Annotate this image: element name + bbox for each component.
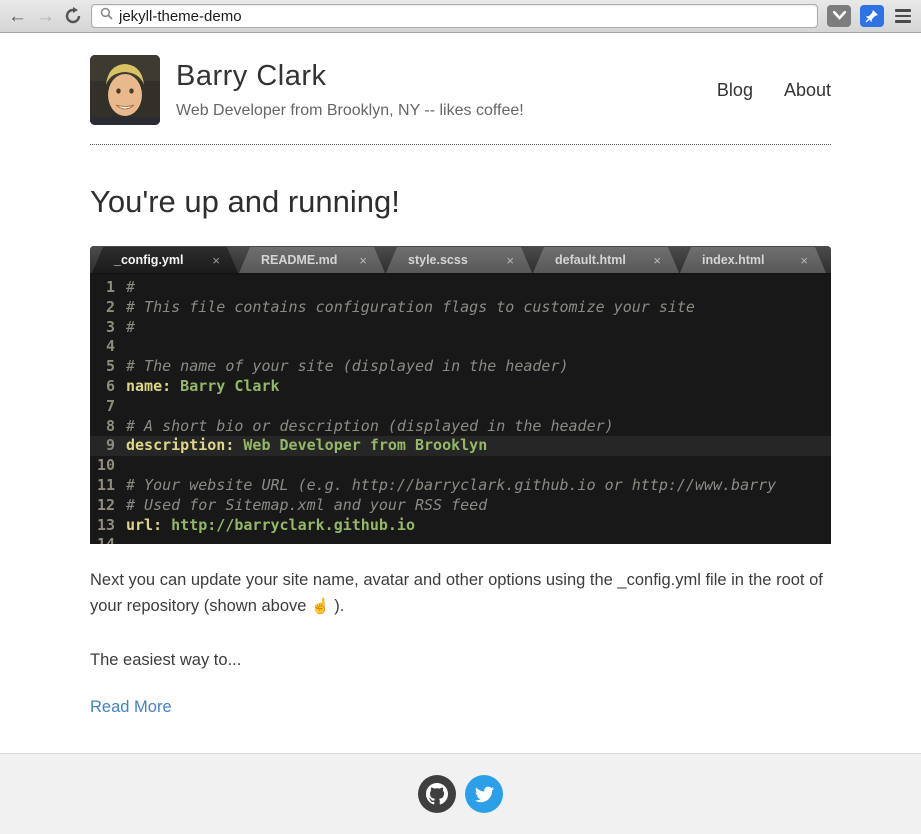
- line-number: 6: [90, 377, 126, 397]
- line-content: #: [126, 318, 831, 338]
- line-number: 7: [90, 397, 126, 417]
- url-bar[interactable]: [91, 4, 818, 28]
- code-line: 3#: [90, 318, 831, 338]
- code-line: 1#: [90, 278, 831, 298]
- line-content: [126, 535, 831, 544]
- line-content: [126, 456, 831, 476]
- code-editor-image: _config.yml×README.md×style.scss×default…: [90, 246, 831, 544]
- close-icon: ×: [800, 253, 826, 268]
- site-description: Web Developer from Brooklyn, NY -- likes…: [176, 102, 717, 120]
- close-icon: ×: [359, 253, 385, 268]
- post-paragraph-1: Next you can update your site name, avat…: [90, 567, 831, 620]
- twitter-link[interactable]: [465, 775, 503, 813]
- line-content: # Your website URL (e.g. http://barrycla…: [126, 476, 831, 496]
- line-content: # A short bio or description (displayed …: [126, 417, 831, 437]
- editor-tab: style.scss×: [386, 247, 532, 273]
- url-input[interactable]: [119, 8, 809, 25]
- line-number: 8: [90, 417, 126, 437]
- refresh-icon[interactable]: [64, 7, 82, 25]
- code-line: 10: [90, 456, 831, 476]
- code-line: 6name: Barry Clark: [90, 377, 831, 397]
- editor-tab-label: style.scss: [386, 253, 506, 267]
- code-line: 7: [90, 397, 831, 417]
- page-body: Barry Clark Web Developer from Brooklyn,…: [0, 33, 921, 753]
- editor-tab: default.html×: [533, 247, 679, 273]
- code-line: 9description: Web Developer from Brookly…: [90, 436, 831, 456]
- site-nav: Blog About: [717, 80, 831, 101]
- github-icon: [426, 783, 448, 805]
- site-title[interactable]: Barry Clark: [176, 60, 717, 93]
- line-number: 14: [90, 535, 126, 544]
- line-number: 10: [90, 456, 126, 476]
- line-content: # The name of your site (displayed in th…: [126, 357, 831, 377]
- close-icon: ×: [212, 253, 238, 268]
- editor-tab-label: README.md: [239, 253, 359, 267]
- line-content: # This file contains configuration flags…: [126, 298, 831, 318]
- twitter-icon: [474, 784, 495, 805]
- editor-tabbar: _config.yml×README.md×style.scss×default…: [90, 246, 831, 275]
- avatar: [90, 55, 160, 125]
- line-number: 9: [90, 436, 126, 456]
- pocket-icon[interactable]: [827, 5, 851, 27]
- read-more-link[interactable]: Read More: [90, 698, 172, 717]
- forward-icon[interactable]: →: [36, 7, 55, 26]
- line-content: name: Barry Clark: [126, 377, 831, 397]
- editor-tab: index.html×: [680, 247, 826, 273]
- line-content: # Used for Sitemap.xml and your RSS feed: [126, 496, 831, 516]
- menu-icon[interactable]: [895, 9, 911, 23]
- line-number: 3: [90, 318, 126, 338]
- nav-link-about[interactable]: About: [784, 80, 831, 101]
- close-icon: ×: [506, 253, 532, 268]
- point-up-emoji: ☝: [311, 598, 330, 615]
- post-paragraph-2: The easiest way to...: [90, 647, 831, 673]
- line-number: 12: [90, 496, 126, 516]
- line-content: [126, 397, 831, 417]
- code-line: 12# Used for Sitemap.xml and your RSS fe…: [90, 496, 831, 516]
- code-line: 11# Your website URL (e.g. http://barryc…: [90, 476, 831, 496]
- code-line: 13url: http://barryclark.github.io: [90, 516, 831, 536]
- post-title: You're up and running!: [90, 184, 831, 220]
- code-line: 14: [90, 535, 831, 544]
- editor-tab-label: _config.yml: [92, 253, 212, 267]
- browser-toolbar: ← →: [0, 0, 921, 33]
- nav-link-blog[interactable]: Blog: [717, 80, 753, 101]
- pin-icon[interactable]: [860, 5, 884, 27]
- search-icon: [100, 7, 113, 25]
- site-header: Barry Clark Web Developer from Brooklyn,…: [90, 33, 831, 145]
- code-line: 5# The name of your site (displayed in t…: [90, 357, 831, 377]
- editor-tab-label: default.html: [533, 253, 653, 267]
- line-content: #: [126, 278, 831, 298]
- editor-tab-label: index.html: [680, 253, 800, 267]
- editor-tab: _config.yml×: [92, 247, 238, 273]
- close-icon: ×: [653, 253, 679, 268]
- line-number: 13: [90, 516, 126, 536]
- line-number: 1: [90, 278, 126, 298]
- line-content: [126, 337, 831, 357]
- line-number: 2: [90, 298, 126, 318]
- back-icon[interactable]: ←: [8, 7, 27, 26]
- line-content: description: Web Developer from Brooklyn: [126, 436, 831, 456]
- code-line: 4: [90, 337, 831, 357]
- editor-tab: README.md×: [239, 247, 385, 273]
- line-number: 4: [90, 337, 126, 357]
- line-number: 5: [90, 357, 126, 377]
- code-line: 8# A short bio or description (displayed…: [90, 417, 831, 437]
- page-footer: [0, 753, 921, 834]
- line-content: url: http://barryclark.github.io: [126, 516, 831, 536]
- code-line: 2# This file contains configuration flag…: [90, 298, 831, 318]
- github-link[interactable]: [418, 775, 456, 813]
- line-number: 11: [90, 476, 126, 496]
- editor-code: 1#2# This file contains configuration fl…: [90, 275, 831, 544]
